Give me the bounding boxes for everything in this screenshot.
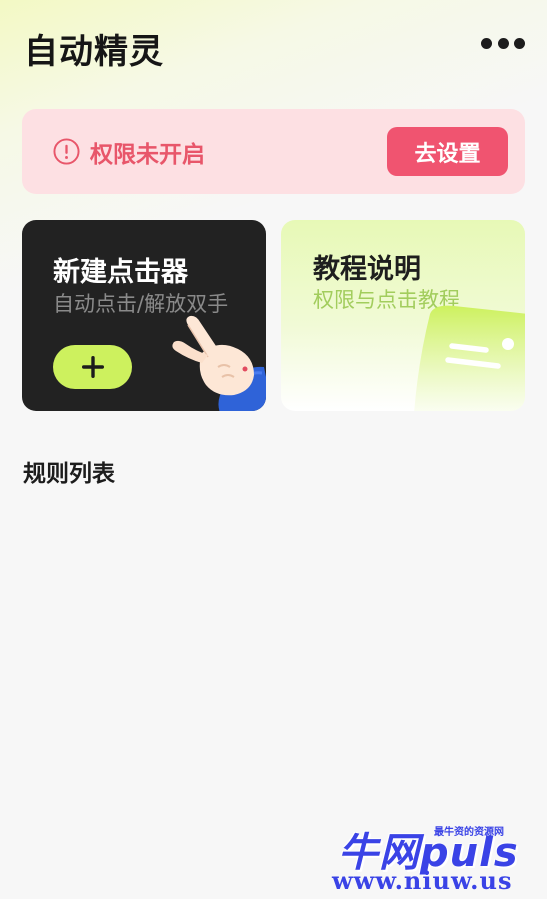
watermark-logo: 牛网puls 最牛资的资源网 www.niuw.us xyxy=(330,818,540,896)
go-settings-button[interactable]: 去设置 xyxy=(387,127,508,176)
more-dots-icon xyxy=(514,37,525,49)
tutorial-card[interactable]: 教程说明 权限与点击教程 xyxy=(281,220,525,411)
app-header: 自动精灵 xyxy=(0,0,547,90)
add-clicker-button[interactable] xyxy=(53,345,132,389)
alert-circle-icon xyxy=(53,138,80,165)
pointing-hand-icon xyxy=(172,315,266,411)
more-dots-icon xyxy=(497,37,509,49)
more-options-button[interactable] xyxy=(481,34,525,52)
permission-status-text: 权限未开启 xyxy=(90,142,205,168)
new-clicker-card[interactable]: 新建点击器 自动点击/解放双手 xyxy=(22,220,266,411)
watermark-tagline: 最牛资的资源网 xyxy=(434,827,504,838)
more-dots-icon xyxy=(481,37,492,49)
new-clicker-title: 新建点击器 xyxy=(53,257,188,288)
tutorial-title: 教程说明 xyxy=(313,254,421,285)
mascot-face-icon xyxy=(414,305,525,411)
rules-section-title: 规则列表 xyxy=(23,461,115,487)
plus-icon xyxy=(81,356,104,378)
watermark-url: www.niuw.us xyxy=(332,866,513,895)
app-title: 自动精灵 xyxy=(24,32,164,72)
permission-banner: 权限未开启 去设置 xyxy=(22,109,525,194)
